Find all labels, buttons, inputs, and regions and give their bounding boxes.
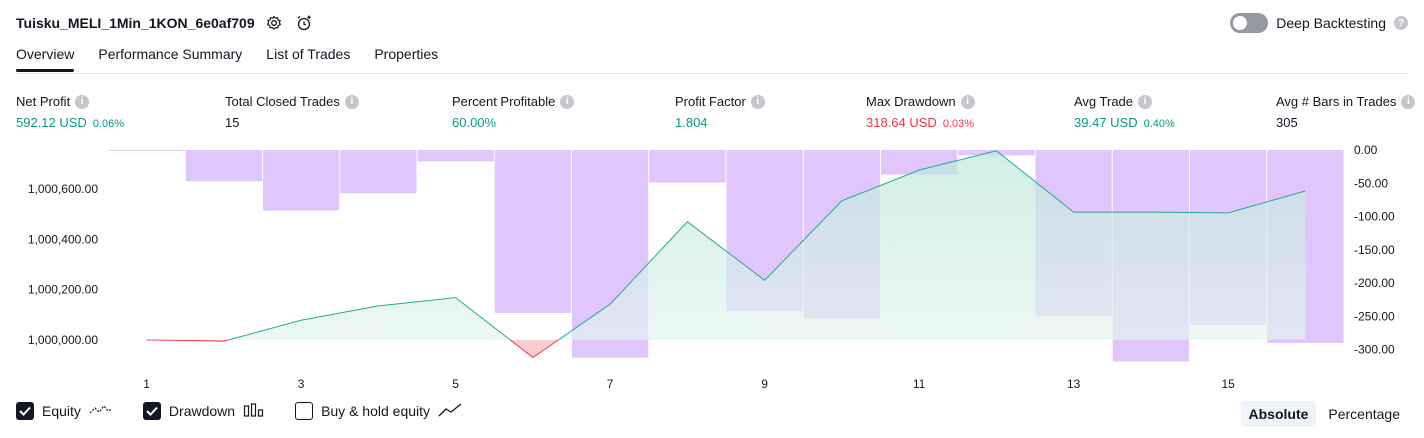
chart-legend: Equity Drawdown Buy & hold equity [16,402,492,420]
metric-avg-trade: Avg Trade i 39.47 USD 0.40% [1074,94,1175,130]
drawdown-bar [263,150,340,211]
metric-percent: 0.06% [92,118,125,130]
x-axis-tick: 5 [452,377,459,391]
drawdown-bar [417,150,494,162]
x-axis-tick: 11 [913,377,926,391]
legend-label: Equity [42,403,81,419]
metric-label: Percent Profitable [452,94,556,109]
metric-profit-factor: Profit Factor i 1.804 [675,94,765,130]
buy-hold-checkbox[interactable] [295,402,314,420]
metric-label: Net Profit [16,94,71,109]
metric-value: 318.64 USD [866,115,937,130]
left-axis-tick: 1,000,600.00 [28,182,98,196]
equity-line-icon [89,403,113,420]
metric-label: Max Drawdown [866,94,956,109]
x-axis-tick: 7 [607,377,614,391]
metric-label: Avg Trade [1074,94,1134,109]
metric-value: 1.804 [675,115,708,130]
tab-performance-summary[interactable]: Performance Summary [98,46,242,70]
right-axis-tick: 0.00 [1354,143,1378,157]
bars-icon [243,402,265,420]
drawdown-bar [649,150,726,183]
x-axis-tick: 13 [1067,377,1081,391]
metric-percent: 0.40% [1143,118,1175,130]
add-alert-icon[interactable] [293,12,315,34]
line-chart-icon [438,402,462,420]
metric-avg-bars: Avg # Bars in Trades i 305 [1276,94,1416,130]
legend-equity[interactable]: Equity [16,402,113,420]
metric-total-closed-trades: Total Closed Trades i 15 [225,94,359,130]
right-axis-tick: -50.00 [1354,176,1388,190]
metric-label: Profit Factor [675,94,746,109]
right-axis-tick: -100.00 [1354,210,1395,224]
right-axis-tick: -250.00 [1354,309,1395,323]
help-icon[interactable]: ? [1394,16,1408,30]
equity-drawdown-chart[interactable]: 1,000,600.00 1,000,400.00 1,000,200.00 1,00… [0,140,1424,395]
left-axis-tick: 1,000,200.00 [28,283,98,297]
metric-value: 39.47 USD [1074,115,1138,130]
legend-buy-hold[interactable]: Buy & hold equity [295,402,462,420]
info-icon[interactable]: i [960,94,975,109]
metric-percent-profitable: Percent Profitable i 60.00% [452,94,575,130]
mode-switch: Absolute Percentage [1240,401,1409,427]
metric-value: 305 [1276,115,1298,130]
tab-divider [16,73,1408,74]
drawdown-checkbox[interactable] [142,402,161,420]
absolute-button[interactable]: Absolute [1240,401,1317,427]
tab-overview[interactable]: Overview [16,46,75,72]
strategy-title: Tuisku_MELI_1Min_1KON_6e0af709 [16,15,255,31]
right-axis-tick: -150.00 [1354,243,1395,257]
tab-bar: Overview Performance Summary List of Tra… [16,46,438,72]
drawdown-bar [185,150,262,182]
left-axis-tick: 1,000,400.00 [28,232,98,246]
metric-value: 592.12 USD [16,115,87,130]
drawdown-bar [108,150,185,151]
metric-percent: 0.03% [942,118,975,130]
info-icon[interactable]: i [75,94,90,109]
metric-label: Avg # Bars in Trades [1276,94,1397,109]
metric-max-drawdown: Max Drawdown i 318.64 USD 0.03% [866,94,975,130]
metric-label: Total Closed Trades [225,94,340,109]
deep-backtesting-label: Deep Backtesting [1276,15,1386,31]
metric-value: 15 [225,115,240,130]
info-icon[interactable]: i [1401,94,1416,109]
x-axis-tick: 9 [761,377,768,391]
legend-label: Drawdown [168,403,236,419]
drawdown-bar [494,150,571,313]
info-icon[interactable]: i [560,94,575,109]
info-icon[interactable]: i [750,94,765,109]
metric-net-profit: Net Profit i 592.12 USD 0.06% [16,94,124,130]
tab-list-of-trades[interactable]: List of Trades [266,46,350,70]
metric-value: 60.00% [452,115,497,130]
info-icon[interactable]: i [1138,94,1153,109]
left-axis-tick: 1,000,000.00 [28,333,98,347]
settings-gear-icon[interactable] [263,12,285,34]
legend-label: Buy & hold equity [321,403,431,419]
drawdown-bar [340,150,417,194]
tab-properties[interactable]: Properties [374,46,438,70]
x-axis-tick: 3 [298,377,305,391]
right-axis-tick: -300.00 [1354,343,1395,357]
percentage-button[interactable]: Percentage [1320,401,1408,427]
legend-drawdown[interactable]: Drawdown [142,402,265,420]
deep-backtesting-toggle[interactable] [1230,13,1269,33]
x-axis-tick: 15 [1221,377,1235,391]
info-icon[interactable]: i [344,94,359,109]
strategy-header: Tuisku_MELI_1Min_1KON_6e0af709 [16,12,315,34]
right-axis-tick: -200.00 [1354,276,1395,290]
equity-checkbox[interactable] [16,402,34,420]
x-axis-tick: 1 [143,377,150,391]
deep-backtesting-control: Deep Backtesting ? [1230,13,1408,33]
